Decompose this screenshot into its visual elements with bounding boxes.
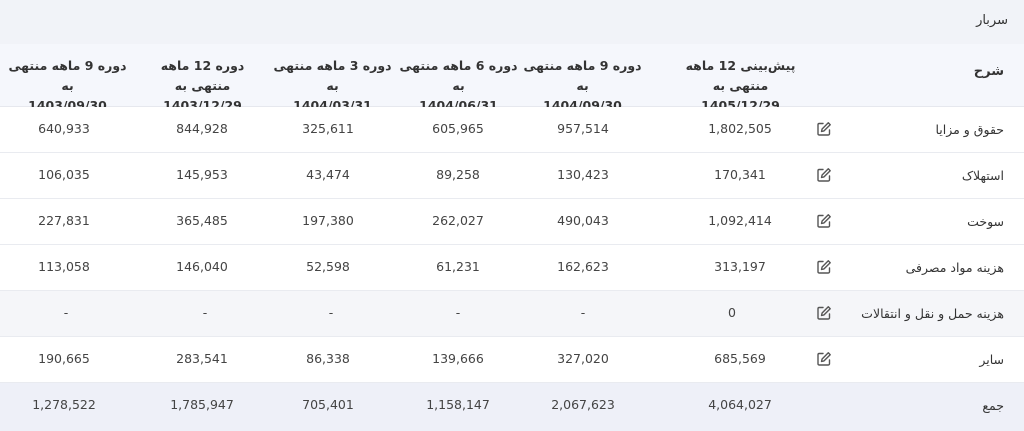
edit-icon[interactable] bbox=[816, 259, 832, 275]
row-label: سایر bbox=[979, 352, 1004, 367]
cell-value: 605,965 bbox=[432, 121, 484, 136]
cell-value: 490,043 bbox=[557, 213, 609, 228]
cell-value: - bbox=[63, 305, 69, 320]
edit-icon[interactable] bbox=[816, 351, 832, 367]
cell-value: 844,928 bbox=[176, 121, 228, 136]
table-row: استهلاک 170,341 130,423 89,258 43,474 14… bbox=[0, 153, 1024, 199]
cell-value: 145,953 bbox=[176, 167, 228, 182]
description-header: شرح bbox=[973, 64, 1004, 79]
cell-value: 1,802,505 bbox=[708, 121, 772, 136]
table-row: سوخت 1,092,414 490,043 262,027 197,380 3… bbox=[0, 199, 1024, 245]
total-value: 705,401 bbox=[302, 397, 354, 412]
table-header: پیش‌بینی 12 ماهه منتهی به 1405/12/29 دور… bbox=[0, 44, 1024, 113]
row-label: هزینه مواد مصرفی bbox=[905, 260, 1004, 275]
page-title: سربار bbox=[976, 13, 1008, 28]
cell-value: 146,040 bbox=[176, 259, 228, 274]
table-row: هزینه مواد مصرفی 313,197 162,623 61,231 … bbox=[0, 245, 1024, 291]
cell-value: - bbox=[328, 305, 334, 320]
column-header-label: دوره 6 ماهه منتهی به bbox=[399, 58, 518, 93]
edit-icon[interactable] bbox=[816, 213, 832, 229]
cell-value: 190,665 bbox=[38, 351, 90, 366]
page-header: سربار bbox=[0, 0, 1024, 44]
column-header-label: دوره 12 ماهه منتهی به bbox=[160, 58, 245, 93]
cell-value: 89,258 bbox=[436, 167, 480, 182]
cell-value: 365,485 bbox=[176, 213, 228, 228]
cell-value: - bbox=[580, 305, 586, 320]
cell-value: 139,666 bbox=[432, 351, 484, 366]
total-value: 2,067,623 bbox=[551, 397, 615, 412]
cell-value: 957,514 bbox=[557, 121, 609, 136]
cell-value: 640,933 bbox=[38, 121, 90, 136]
column-header-label: دوره 9 ماهه منتهی به bbox=[8, 58, 127, 93]
column-header-label: دوره 3 ماهه منتهی به bbox=[273, 58, 392, 93]
cell-value: - bbox=[202, 305, 208, 320]
cell-value: 0 bbox=[728, 305, 736, 320]
cell-value: 170,341 bbox=[714, 167, 766, 182]
cell-value: 52,598 bbox=[306, 259, 350, 274]
table-row: سایر 685,569 327,020 139,666 86,338 283,… bbox=[0, 337, 1024, 383]
cell-value: - bbox=[455, 305, 461, 320]
column-header-label: دوره 9 ماهه منتهی به bbox=[523, 58, 642, 93]
row-label: سوخت bbox=[967, 214, 1004, 229]
cell-value: 197,380 bbox=[302, 213, 354, 228]
cell-value: 262,027 bbox=[432, 213, 484, 228]
cell-value: 283,541 bbox=[176, 351, 228, 366]
cell-value: 162,623 bbox=[557, 259, 609, 274]
cell-value: 106,035 bbox=[38, 167, 90, 182]
total-value: 1,158,147 bbox=[426, 397, 490, 412]
cell-value: 1,092,414 bbox=[708, 213, 772, 228]
total-value: 4,064,027 bbox=[708, 397, 772, 412]
cell-value: 327,020 bbox=[557, 351, 609, 366]
edit-icon[interactable] bbox=[816, 167, 832, 183]
total-value: 1,785,947 bbox=[170, 397, 234, 412]
edit-icon[interactable] bbox=[816, 121, 832, 137]
row-label: حقوق و مزایا bbox=[935, 122, 1004, 137]
total-label: جمع bbox=[982, 398, 1004, 413]
cell-value: 685,569 bbox=[714, 351, 766, 366]
table-row: هزینه حمل و نقل و انتقالات 0 - - - - - bbox=[0, 291, 1024, 337]
edit-icon[interactable] bbox=[816, 305, 832, 321]
cell-value: 43,474 bbox=[306, 167, 350, 182]
row-label: هزینه حمل و نقل و انتقالات bbox=[861, 306, 1004, 321]
row-label: استهلاک bbox=[961, 168, 1004, 183]
cell-value: 313,197 bbox=[714, 259, 766, 274]
table-row: حقوق و مزایا 1,802,505 957,514 605,965 3… bbox=[0, 107, 1024, 153]
cell-value: 227,831 bbox=[38, 213, 90, 228]
column-header-label: پیش‌بینی 12 ماهه منتهی به bbox=[685, 58, 796, 93]
total-row: جمع 4,064,027 2,067,623 1,158,147 705,40… bbox=[0, 383, 1024, 431]
cell-value: 113,058 bbox=[38, 259, 90, 274]
cell-value: 130,423 bbox=[557, 167, 609, 182]
cell-value: 325,611 bbox=[302, 121, 354, 136]
total-value: 1,278,522 bbox=[32, 397, 96, 412]
cell-value: 61,231 bbox=[436, 259, 480, 274]
cell-value: 86,338 bbox=[306, 351, 350, 366]
